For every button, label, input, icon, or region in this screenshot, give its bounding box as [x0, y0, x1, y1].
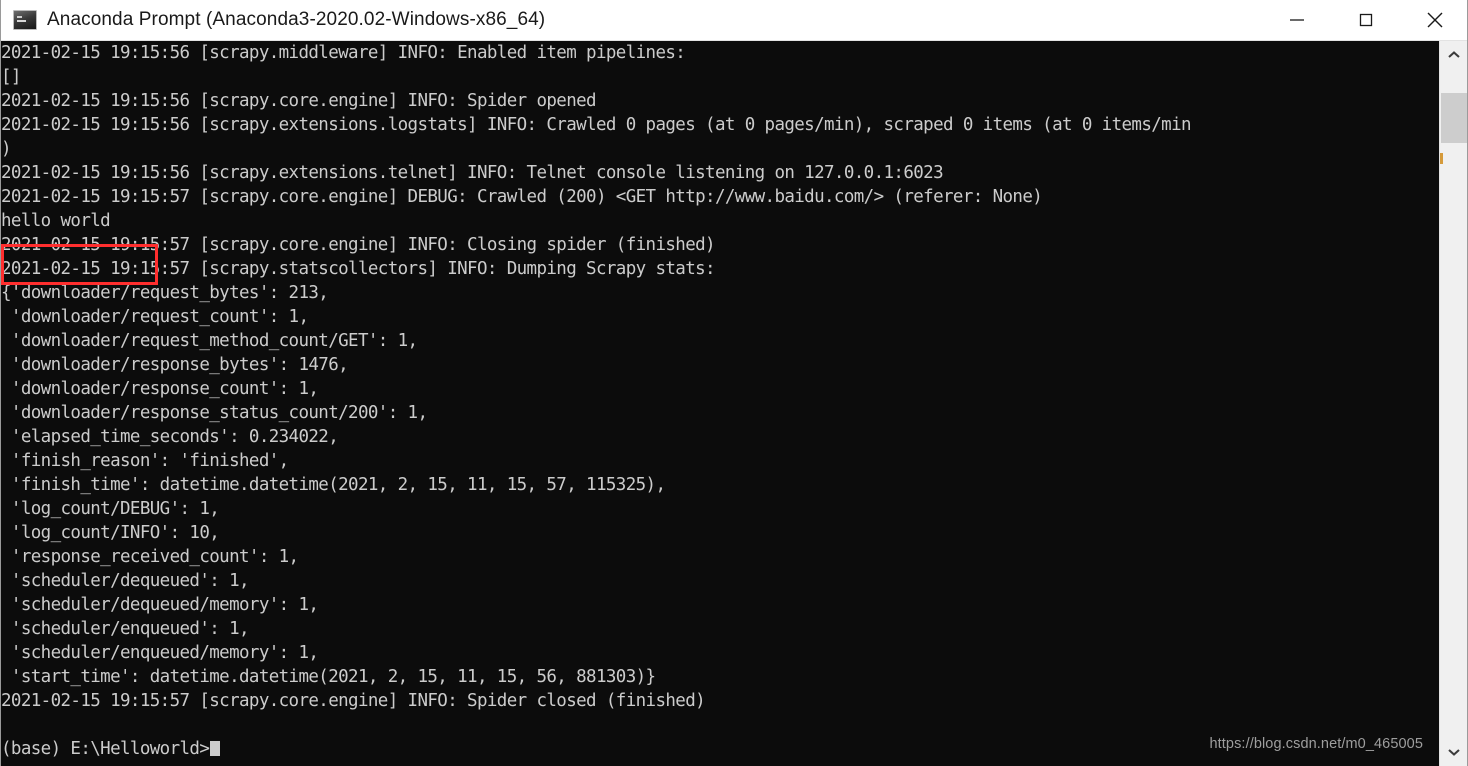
watermark-text: https://blog.csdn.net/m0_465005: [1209, 736, 1423, 752]
scrollbar-marker: [1440, 153, 1443, 164]
console-icon: [13, 10, 37, 30]
close-button[interactable]: [1400, 0, 1467, 40]
console-line: 'scheduler/enqueued': 1,: [1, 619, 250, 639]
console-line: 'finish_reason': 'finished',: [1, 451, 289, 471]
console-line: 'scheduler/dequeued/memory': 1,: [1, 595, 319, 615]
console-line: 'log_count/INFO': 10,: [1, 523, 220, 543]
anaconda-prompt-window: Anaconda Prompt (Anaconda3-2020.02-Windo…: [0, 0, 1468, 766]
console-line: 'scheduler/dequeued': 1,: [1, 571, 250, 591]
scrollbar-down-button[interactable]: [1440, 738, 1467, 766]
minimize-button[interactable]: [1262, 0, 1331, 40]
console-line: hello world: [1, 211, 111, 231]
scrollbar-thumb[interactable]: [1441, 93, 1467, 143]
close-icon: [1427, 12, 1442, 28]
console-line: 2021-02-15 19:15:57 [scrapy.statscollect…: [1, 259, 716, 279]
console-line: 'start_time': datetime.datetime(2021, 2,…: [1, 667, 656, 687]
console-line: 2021-02-15 19:15:57 [scrapy.core.engine]…: [1, 691, 706, 711]
console-text: 2021-02-15 19:15:56 [scrapy.middleware] …: [1, 41, 1192, 761]
window-title: Anaconda Prompt (Anaconda3-2020.02-Windo…: [47, 9, 546, 30]
chevron-up-icon: [1447, 51, 1460, 58]
scrollbar-up-button[interactable]: [1440, 41, 1467, 69]
console-prompt-line[interactable]: (base) E:\Helloworld>: [1, 737, 1191, 761]
console-line: 'downloader/response_status_count/200': …: [1, 403, 428, 423]
text-cursor: [210, 741, 221, 756]
vertical-scrollbar[interactable]: [1439, 41, 1467, 766]
title-bar[interactable]: Anaconda Prompt (Anaconda3-2020.02-Windo…: [1, 0, 1467, 41]
chevron-down-icon: [1447, 749, 1460, 756]
maximize-button[interactable]: [1331, 0, 1400, 40]
console-line: 'finish_time': datetime.datetime(2021, 2…: [1, 475, 666, 495]
console-line: 'elapsed_time_seconds': 0.234022,: [1, 427, 339, 447]
console-line: 'downloader/request_method_count/GET': 1…: [1, 331, 418, 351]
console-line: 2021-02-15 19:15:56 [scrapy.extensions.l…: [1, 115, 1192, 135]
window-controls: [1262, 0, 1467, 40]
console-line: []: [1, 67, 21, 87]
console-line: 2021-02-15 19:15:56 [scrapy.extensions.t…: [1, 163, 944, 183]
console-line: 'scheduler/enqueued/memory': 1,: [1, 643, 319, 663]
console-line: 'downloader/request_count': 1,: [1, 307, 309, 327]
console-line: ): [1, 139, 12, 159]
console-line: 'response_received_count': 1,: [1, 547, 299, 567]
prompt-text: (base) E:\Helloworld>: [1, 739, 210, 759]
console-line: {'downloader/request_bytes': 213,: [1, 283, 329, 303]
console-line: 2021-02-15 19:15:57 [scrapy.core.engine]…: [1, 235, 716, 255]
console-line: 2021-02-15 19:15:57 [scrapy.core.engine]…: [1, 187, 1043, 207]
console-output-area[interactable]: 2021-02-15 19:15:56 [scrapy.middleware] …: [1, 41, 1441, 766]
maximize-icon: [1359, 13, 1372, 27]
console-line: 2021-02-15 19:15:56 [scrapy.core.engine]…: [1, 91, 597, 111]
console-line: 2021-02-15 19:15:56 [scrapy.middleware] …: [1, 43, 686, 63]
console-line: 'downloader/response_bytes': 1476,: [1, 355, 349, 375]
minimize-icon: [1289, 19, 1304, 21]
console-line: 'log_count/DEBUG': 1,: [1, 499, 220, 519]
console-line: 'downloader/response_count': 1,: [1, 379, 319, 399]
